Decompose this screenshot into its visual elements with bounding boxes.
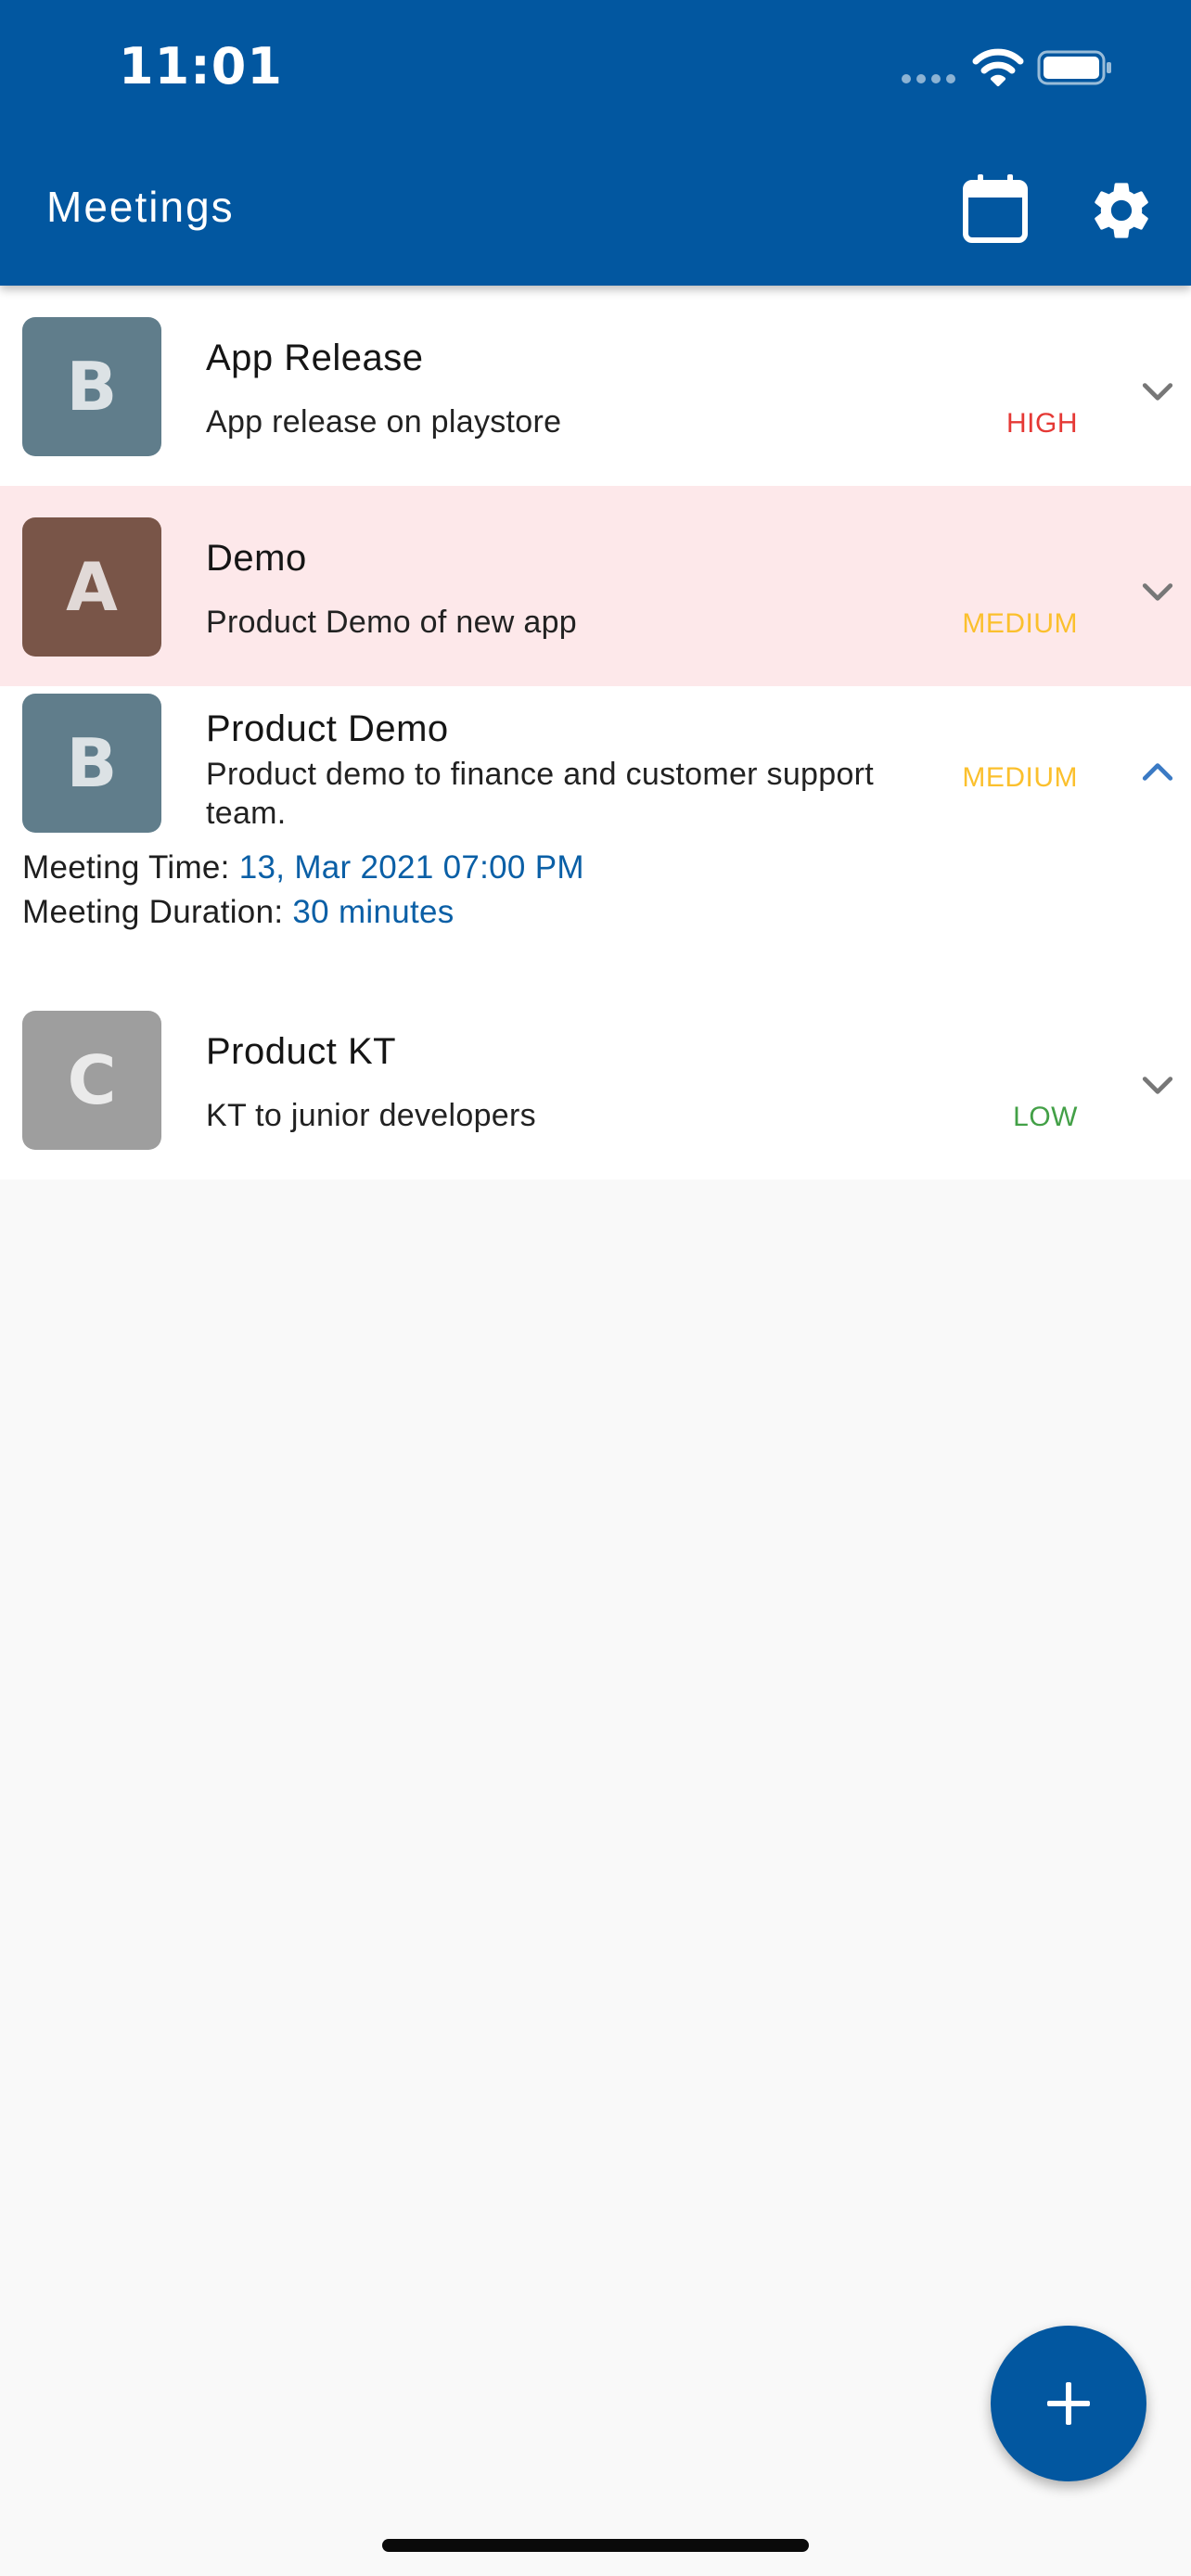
avatar: C	[22, 1011, 161, 1150]
meeting-list: B App Release App release on playstore H…	[0, 286, 1191, 1180]
priority-badge: HIGH	[1006, 408, 1078, 439]
priority-badge: LOW	[1013, 1102, 1078, 1132]
chevron-down-icon[interactable]	[1137, 1065, 1178, 1105]
meeting-description: KT to junior developers	[206, 1098, 536, 1133]
meeting-description: Product demo to finance and customer sup…	[206, 757, 875, 831]
meeting-duration: Meeting Duration: 30 minutes	[22, 894, 455, 931]
app-bar: 11:01 Meetings	[0, 0, 1191, 286]
meeting-title: App Release	[206, 338, 424, 378]
priority-badge: MEDIUM	[962, 762, 1078, 793]
avatar: A	[22, 517, 161, 657]
meeting-item[interactable]: C Product KT KT to junior developers LOW	[0, 979, 1191, 1180]
add-meeting-button[interactable]	[991, 2326, 1146, 2481]
home-indicator[interactable]	[382, 2539, 809, 2552]
meeting-description: Product Demo of new app	[206, 605, 578, 640]
meeting-item[interactable]: B App Release App release on playstore H…	[0, 286, 1191, 486]
meeting-duration-value: 30 minutes	[292, 894, 455, 930]
meeting-title: Product Demo	[206, 708, 449, 749]
chevron-down-icon[interactable]	[1137, 371, 1178, 412]
avatar: B	[22, 317, 161, 456]
cellular-signal-icon	[902, 74, 957, 83]
chevron-down-icon[interactable]	[1137, 571, 1178, 612]
chevron-up-icon[interactable]	[1137, 751, 1178, 792]
gear-icon	[1095, 183, 1148, 238]
meeting-time: Meeting Time: 13, Mar 2021 07:00 PM	[22, 849, 584, 886]
plus-icon	[1047, 2382, 1090, 2425]
calendar-button[interactable]	[961, 172, 1030, 245]
meeting-item-expanded[interactable]: B Product Demo Product demo to finance a…	[0, 686, 1191, 979]
meeting-time-value: 13, Mar 2021 07:00 PM	[238, 849, 584, 886]
meeting-item[interactable]: A Demo Product Demo of new app MEDIUM	[0, 486, 1191, 686]
battery-icon	[1037, 50, 1111, 85]
meeting-duration-label: Meeting Duration:	[22, 894, 284, 930]
wifi-icon	[972, 48, 1024, 86]
status-time: 11:01	[119, 37, 283, 96]
meeting-title: Demo	[206, 538, 307, 579]
avatar: B	[22, 694, 161, 833]
meeting-time-label: Meeting Time:	[22, 849, 230, 886]
meeting-description: App release on playstore	[206, 404, 562, 440]
settings-button[interactable]	[1087, 176, 1156, 245]
calendar-icon	[963, 174, 1028, 243]
page-title: Meetings	[46, 183, 235, 231]
priority-badge: MEDIUM	[962, 608, 1078, 639]
meeting-title: Product KT	[206, 1031, 397, 1072]
